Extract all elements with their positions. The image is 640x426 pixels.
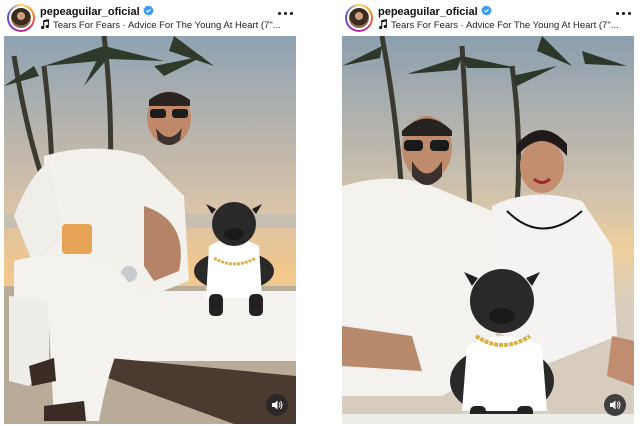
photo-illustration bbox=[4, 36, 296, 424]
photo-illustration bbox=[342, 36, 634, 424]
post-header: pepeaguilar_oficial Tears For Fears · Ad… bbox=[342, 4, 640, 32]
username[interactable]: pepeaguilar_oficial bbox=[378, 6, 478, 18]
verified-badge-icon bbox=[143, 5, 154, 16]
speaker-icon bbox=[610, 400, 621, 410]
post-left: pepeaguilar_oficial Tears For Fears · Ad… bbox=[4, 0, 302, 426]
mute-button[interactable] bbox=[604, 394, 626, 416]
more-options-icon[interactable] bbox=[278, 11, 294, 17]
speaker-icon bbox=[272, 400, 283, 410]
music-note-icon bbox=[378, 19, 387, 29]
audio-title: Tears For Fears · Advice For The Young A… bbox=[53, 20, 281, 31]
username-row[interactable]: pepeaguilar_oficial bbox=[378, 5, 492, 18]
audio-row[interactable]: Tears For Fears · Advice For The Young A… bbox=[378, 19, 619, 31]
avatar[interactable] bbox=[7, 4, 35, 32]
mute-button[interactable] bbox=[266, 394, 288, 416]
post-right: pepeaguilar_oficial Tears For Fears · Ad… bbox=[342, 0, 640, 426]
username[interactable]: pepeaguilar_oficial bbox=[40, 6, 140, 18]
audio-row[interactable]: Tears For Fears · Advice For The Young A… bbox=[40, 19, 281, 31]
verified-badge-icon bbox=[481, 5, 492, 16]
music-note-icon bbox=[40, 19, 49, 29]
post-image[interactable] bbox=[342, 36, 634, 424]
more-options-icon[interactable] bbox=[616, 11, 632, 17]
username-row[interactable]: pepeaguilar_oficial bbox=[40, 5, 154, 18]
audio-title: Tears For Fears · Advice For The Young A… bbox=[391, 20, 619, 31]
avatar[interactable] bbox=[345, 4, 373, 32]
post-header: pepeaguilar_oficial Tears For Fears · Ad… bbox=[4, 4, 302, 32]
post-image[interactable] bbox=[4, 36, 296, 424]
